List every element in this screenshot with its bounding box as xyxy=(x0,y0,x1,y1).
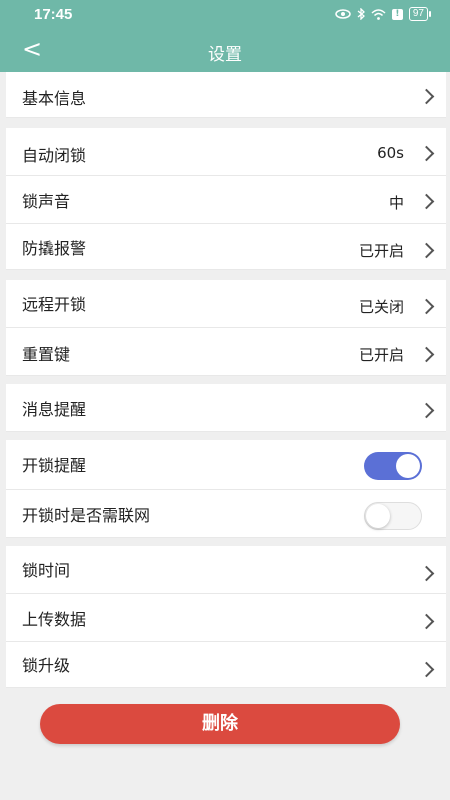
setting-label: 上传数据 xyxy=(22,610,87,629)
setting-lock-time[interactable]: 锁时间 xyxy=(6,546,446,594)
setting-lock-upgrade[interactable]: 锁升级 xyxy=(6,642,446,688)
setting-label: 开锁时是否需联网 xyxy=(22,506,151,525)
unlock-reminder-toggle[interactable] xyxy=(364,452,422,480)
setting-value: 已开启 xyxy=(358,346,404,364)
setting-value: 已开启 xyxy=(358,242,404,260)
status-bar: 17:45 ! 97 xyxy=(0,0,450,30)
setting-reset-key[interactable]: 重置键 已开启 xyxy=(6,328,446,376)
chevron-right-icon xyxy=(418,88,435,105)
chevron-right-icon xyxy=(418,193,435,210)
battery-icon: 97 xyxy=(408,7,432,21)
eye-icon xyxy=(335,9,351,19)
setting-basic-info[interactable]: 基本信息 xyxy=(6,72,446,118)
chevron-right-icon xyxy=(418,242,435,259)
setting-lock-sound[interactable]: 锁声音 中 xyxy=(6,176,446,224)
chevron-right-icon xyxy=(418,613,435,630)
chevron-right-icon xyxy=(418,346,435,363)
toggle-knob xyxy=(396,454,420,478)
alert-icon: ! xyxy=(391,8,403,20)
wifi-icon xyxy=(371,8,386,20)
setting-label: 防撬报警 xyxy=(22,239,87,258)
chevron-right-icon xyxy=(418,298,435,315)
setting-auto-lock[interactable]: 自动闭锁 60s xyxy=(6,128,446,176)
chevron-right-icon xyxy=(418,661,435,678)
setting-label: 锁升级 xyxy=(22,656,71,675)
status-icons: ! 97 xyxy=(335,7,432,21)
setting-value: 已关闭 xyxy=(358,298,404,316)
status-time: 17:45 xyxy=(34,6,73,23)
setting-label: 基本信息 xyxy=(22,89,87,108)
setting-label: 消息提醒 xyxy=(22,400,87,419)
setting-value: 60s xyxy=(377,144,404,162)
bluetooth-icon xyxy=(357,8,365,20)
setting-remote-unlock[interactable]: 远程开锁 已关闭 xyxy=(6,280,446,328)
setting-unlock-reminder: 开锁提醒 xyxy=(6,440,446,490)
setting-upload-data[interactable]: 上传数据 xyxy=(6,594,446,642)
toggle-knob xyxy=(366,504,390,528)
setting-label: 锁时间 xyxy=(22,561,71,580)
chevron-right-icon xyxy=(418,402,435,419)
setting-value: 中 xyxy=(388,194,404,212)
unlock-network-toggle[interactable] xyxy=(364,502,422,530)
setting-label: 锁声音 xyxy=(22,192,71,211)
delete-button[interactable]: 删除 xyxy=(40,704,400,744)
chevron-right-icon xyxy=(418,145,435,162)
setting-anti-pry-alarm[interactable]: 防撬报警 已开启 xyxy=(6,224,446,270)
setting-label: 自动闭锁 xyxy=(22,146,87,165)
setting-label: 开锁提醒 xyxy=(22,456,87,475)
header-bar: < 设置 xyxy=(0,30,450,72)
chevron-right-icon xyxy=(418,565,435,582)
setting-message-reminder[interactable]: 消息提醒 xyxy=(6,384,446,432)
setting-label: 远程开锁 xyxy=(22,295,87,314)
setting-unlock-network: 开锁时是否需联网 xyxy=(6,490,446,538)
setting-label: 重置键 xyxy=(22,345,71,364)
page-title: 设置 xyxy=(208,45,242,65)
